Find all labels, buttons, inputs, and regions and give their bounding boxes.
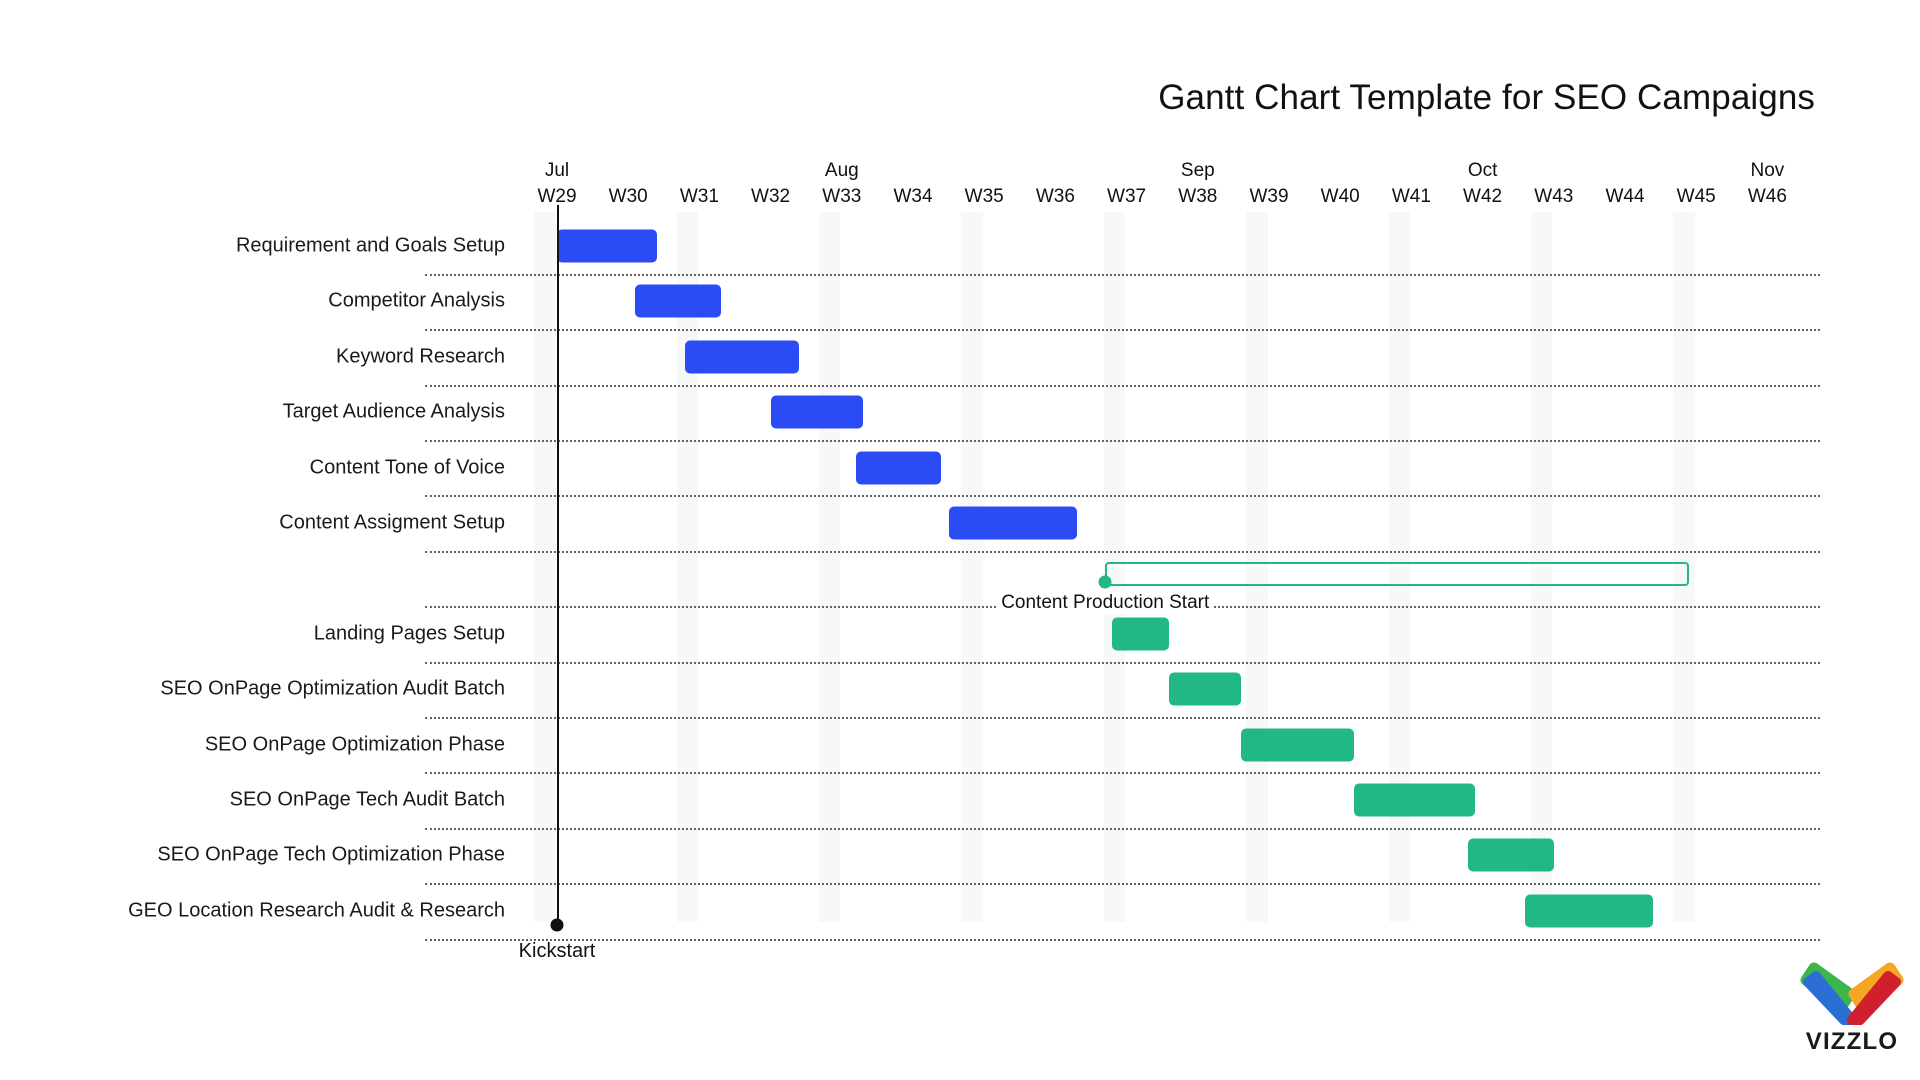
week-stripe bbox=[819, 212, 841, 922]
milestone-label: Content Production Start bbox=[998, 592, 1213, 615]
gantt-bar[interactable] bbox=[948, 506, 1077, 540]
task-label: GEO Location Research Audit & Research bbox=[128, 899, 505, 922]
gantt-bar[interactable] bbox=[1240, 728, 1355, 762]
gantt-bar[interactable] bbox=[635, 284, 721, 318]
week-tick-label: W33 bbox=[822, 186, 862, 207]
gantt-bar[interactable] bbox=[1112, 617, 1170, 651]
milestone-dot bbox=[1098, 575, 1112, 589]
kickstart-line bbox=[557, 205, 559, 925]
task-label: Keyword Research bbox=[336, 345, 505, 368]
task-label: Landing Pages Setup bbox=[313, 622, 505, 645]
gantt-bar[interactable] bbox=[1525, 894, 1654, 928]
week-stripe bbox=[534, 212, 556, 922]
gantt-bar[interactable] bbox=[685, 340, 800, 374]
month-tick-label: Aug bbox=[824, 160, 859, 181]
week-stripe bbox=[961, 212, 983, 922]
week-tick-label: W34 bbox=[893, 186, 933, 207]
week-tick-label: W45 bbox=[1676, 186, 1716, 207]
kickstart-dot bbox=[550, 918, 564, 932]
week-tick-label: W46 bbox=[1747, 186, 1787, 207]
week-tick-label: W32 bbox=[751, 186, 791, 207]
row-separator bbox=[425, 495, 1820, 498]
row-separator bbox=[425, 883, 1820, 886]
gantt-bar[interactable] bbox=[856, 451, 942, 485]
week-tick-label: W42 bbox=[1463, 186, 1503, 207]
gantt-plot-area: Content Production Start bbox=[425, 212, 1820, 941]
month-tick-label: Jul bbox=[544, 160, 570, 181]
page-title: Gantt Chart Template for SEO Campaigns bbox=[1158, 78, 1815, 117]
task-label: SEO OnPage Optimization Audit Batch bbox=[160, 677, 505, 700]
week-tick-label: W40 bbox=[1320, 186, 1360, 207]
gantt-bar[interactable] bbox=[557, 229, 657, 263]
task-label: Content Assigment Setup bbox=[279, 511, 505, 534]
task-label: SEO OnPage Tech Optimization Phase bbox=[157, 843, 505, 866]
row-separator bbox=[425, 550, 1820, 553]
milestone-bracket[interactable] bbox=[1105, 562, 1690, 587]
row-separator bbox=[425, 439, 1820, 442]
gantt-bar[interactable] bbox=[770, 395, 864, 429]
row-separator bbox=[425, 329, 1820, 332]
task-label: Target Audience Analysis bbox=[282, 400, 505, 423]
week-tick-label: W38 bbox=[1178, 186, 1218, 207]
month-tick-label: Oct bbox=[1467, 160, 1498, 181]
task-label: Competitor Analysis bbox=[328, 289, 505, 312]
task-label: Content Tone of Voice bbox=[309, 456, 505, 479]
month-tick-label: Nov bbox=[1750, 160, 1785, 181]
gantt-bar[interactable] bbox=[1354, 783, 1476, 817]
row-separator bbox=[425, 772, 1820, 775]
gantt-bar[interactable] bbox=[1468, 838, 1554, 872]
vizzlo-logo: VIZZLO bbox=[1800, 962, 1904, 1062]
week-tick-label: W41 bbox=[1391, 186, 1431, 207]
gantt-bar[interactable] bbox=[1169, 672, 1241, 706]
row-separator bbox=[425, 661, 1820, 664]
week-tick-label: W35 bbox=[964, 186, 1004, 207]
week-tick-label: W39 bbox=[1249, 186, 1289, 207]
x-axis-header: W29 W30 W31 W32 W33 W34 W35 W36 W37 W38 W39 W40 W41 W… bbox=[537, 160, 1786, 212]
task-label: SEO OnPage Tech Audit Batch bbox=[229, 788, 505, 811]
row-separator bbox=[425, 938, 1820, 941]
vizzlo-wordmark: VIZZLO bbox=[1805, 1028, 1899, 1055]
row-separator bbox=[425, 716, 1820, 719]
task-label: SEO OnPage Optimization Phase bbox=[204, 733, 505, 756]
row-separator bbox=[425, 273, 1820, 276]
week-tick-label: W43 bbox=[1534, 186, 1574, 207]
row-separator bbox=[425, 384, 1820, 387]
kickstart-label: Kickstart bbox=[518, 940, 596, 962]
week-tick-label: W36 bbox=[1035, 186, 1075, 207]
month-tick-label: Sep bbox=[1180, 160, 1215, 181]
row-separator bbox=[425, 827, 1820, 830]
task-label: Requirement and Goals Setup bbox=[235, 234, 505, 257]
week-tick-label: W37 bbox=[1107, 186, 1147, 207]
week-tick-label: W44 bbox=[1605, 186, 1645, 207]
week-stripe bbox=[676, 212, 698, 922]
week-tick-label: W31 bbox=[679, 186, 719, 207]
week-tick-label: W30 bbox=[608, 186, 648, 207]
